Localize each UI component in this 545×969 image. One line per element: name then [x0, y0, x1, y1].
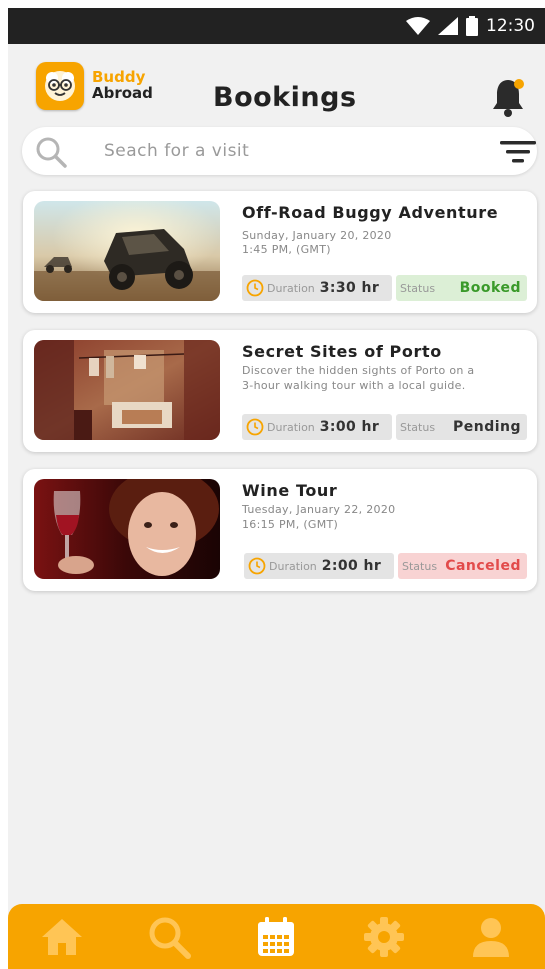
clock-icon	[246, 279, 264, 297]
wifi-icon	[406, 17, 430, 35]
status-time: 12:30	[486, 16, 535, 36]
clock-icon	[248, 557, 266, 575]
duration-chip: Duration 2:00 hr	[244, 553, 394, 579]
logo-text: Buddy Abroad	[92, 69, 153, 102]
status-value: Canceled	[445, 558, 521, 574]
battery-icon	[466, 16, 478, 36]
nav-profile[interactable]	[469, 915, 513, 959]
booking-title: Wine Tour	[242, 481, 338, 500]
app-screen: 12:30 Buddy Abroad Bookings Seach for a …	[8, 8, 545, 969]
booking-description-line2: 3-hour walking tour with a local guide.	[242, 379, 466, 392]
status-value: Booked	[459, 280, 521, 296]
booking-title: Off-Road Buggy Adventure	[242, 203, 499, 222]
booking-time: 16:15 PM, (GMT)	[242, 518, 339, 531]
calendar-icon	[258, 916, 295, 956]
duration-value: 2:00 hr	[321, 558, 382, 574]
status-label: Status	[402, 559, 438, 573]
duration-chip: Duration 3:00 hr	[242, 414, 392, 440]
booking-card[interactable]: Off-Road Buggy Adventure Sunday, January…	[23, 191, 537, 313]
search-bar[interactable]	[22, 127, 537, 175]
status-badge: Status Pending	[396, 414, 527, 440]
signal-icon	[438, 17, 458, 35]
nav-search[interactable]	[147, 915, 192, 959]
duration-label: Duration	[269, 559, 317, 573]
duration-value: 3:30 hr	[319, 280, 380, 296]
search-icon	[36, 137, 67, 168]
booking-date: Sunday, January 20, 2020	[242, 229, 392, 242]
user-icon	[473, 917, 510, 957]
duration-label: Duration	[267, 420, 315, 434]
bookings-list: Off-Road Buggy Adventure Sunday, January…	[23, 191, 537, 608]
logo-line2: Abroad	[92, 84, 153, 102]
booking-date: Tuesday, January 22, 2020	[242, 503, 396, 516]
app-logo[interactable]: Buddy Abroad	[36, 62, 153, 110]
status-label: Status	[400, 420, 436, 434]
filter-icon[interactable]	[500, 139, 536, 165]
booking-thumbnail-buggy	[34, 201, 220, 301]
status-value: Pending	[452, 419, 521, 435]
nav-settings[interactable]	[362, 915, 406, 959]
booking-time: 1:45 PM, (GMT)	[242, 243, 331, 256]
buddy-mascot-icon	[45, 71, 75, 101]
booking-card[interactable]: Wine Tour Tuesday, January 22, 2020 16:1…	[23, 469, 537, 591]
status-badge: Status Booked	[396, 275, 527, 301]
clock-icon	[246, 418, 264, 436]
notification-bell-icon[interactable]	[490, 76, 526, 118]
status-label: Status	[400, 281, 436, 295]
booking-thumbnail-wine	[34, 479, 220, 579]
status-bar: 12:30	[8, 8, 545, 44]
booking-title: Secret Sites of Porto	[242, 342, 442, 361]
nav-bookings[interactable]	[254, 915, 298, 959]
logo-badge	[36, 62, 84, 110]
search-icon	[149, 917, 192, 959]
page-title: Bookings	[213, 82, 357, 113]
home-icon	[41, 918, 82, 955]
gear-icon	[363, 916, 404, 957]
app-header: Buddy Abroad Bookings	[8, 44, 545, 126]
duration-label: Duration	[267, 281, 315, 295]
duration-value: 3:00 hr	[319, 419, 380, 435]
nav-home[interactable]	[40, 915, 84, 959]
booking-card[interactable]: Secret Sites of Porto Discover the hidde…	[23, 330, 537, 452]
status-badge: Status Canceled	[398, 553, 527, 579]
bottom-nav	[8, 904, 545, 969]
duration-chip: Duration 3:30 hr	[242, 275, 392, 301]
search-input[interactable]	[104, 139, 464, 163]
booking-thumbnail-porto	[34, 340, 220, 440]
booking-description-line1: Discover the hidden sights of Porto on a	[242, 364, 475, 377]
